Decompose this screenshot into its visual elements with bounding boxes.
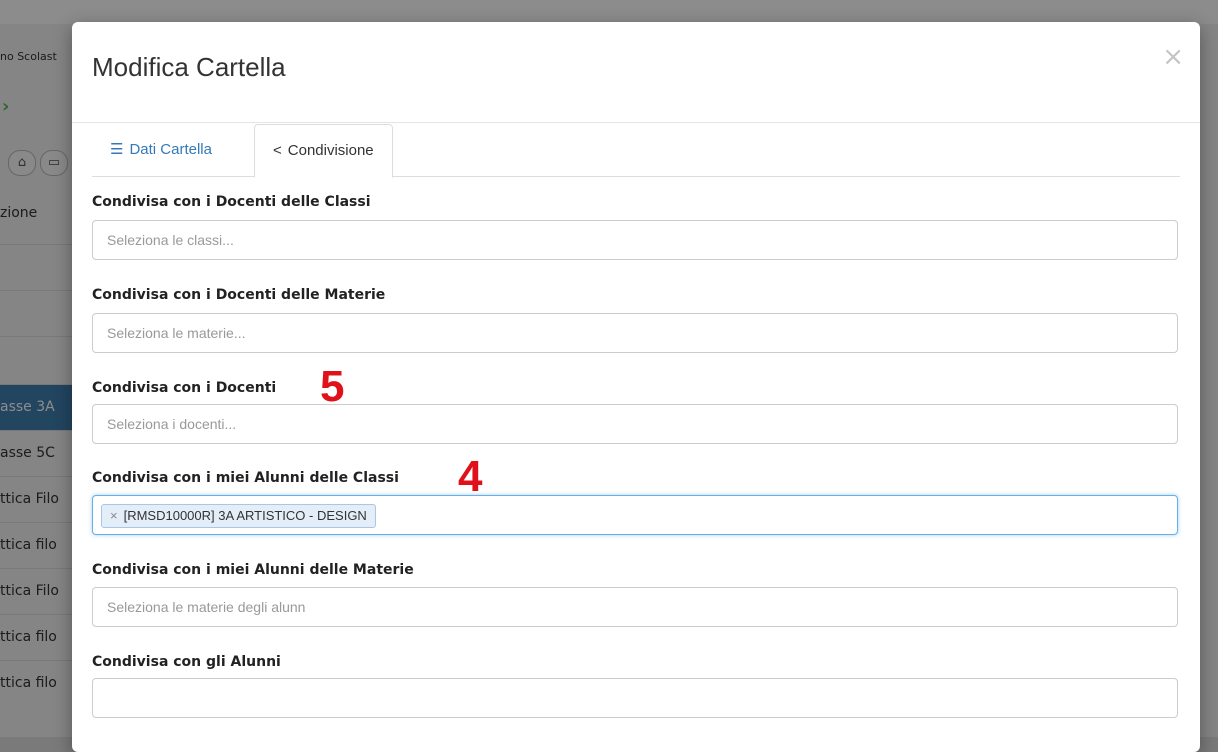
alunni-classi-select[interactable]: × [RMSD10000R] 3A ARTISTICO - DESIGN [92, 495, 1178, 535]
placeholder: Seleziona le classi... [107, 232, 234, 248]
classi-docenti-select[interactable]: Seleziona le classi... [92, 220, 1178, 260]
modal-title: Modifica Cartella [92, 52, 286, 82]
placeholder: Seleziona le materie degli alunn [107, 599, 306, 615]
edit-folder-modal: Modifica Cartella × ☰ Dati Cartella < Cond… [72, 22, 1200, 752]
tab-dati-cartella[interactable]: ☰ Dati Cartella [92, 124, 230, 176]
field-label: Condivisa con gli Alunni [92, 654, 281, 670]
alunni-select[interactable] [92, 678, 1178, 718]
field-label: Condivisa con i Docenti delle Materie [92, 287, 386, 303]
tab-label: Condivisione [287, 142, 374, 159]
field-label: Condivisa con i miei Alunni delle Materi… [92, 562, 414, 578]
align-left-icon: ☰ [110, 141, 124, 158]
alunni-materie-select[interactable]: Seleziona le materie degli alunn [92, 587, 1178, 627]
remove-tag-icon[interactable]: × [110, 508, 118, 523]
placeholder: Seleziona le materie... [107, 325, 246, 341]
docenti-select[interactable]: Seleziona i docenti... [92, 404, 1178, 444]
modal-header: Modifica Cartella × [72, 22, 1200, 123]
close-icon[interactable]: × [1162, 42, 1184, 72]
placeholder: Seleziona i docenti... [107, 416, 237, 432]
share-icon: < [273, 142, 282, 159]
tab-label: Dati Cartella [129, 141, 212, 158]
selected-class-tag: × [RMSD10000R] 3A ARTISTICO - DESIGN [101, 504, 376, 528]
field-label: Condivisa con i Docenti delle Classi [92, 194, 371, 210]
annotation-number: 4 [458, 452, 483, 501]
field-label: Condivisa con i miei Alunni delle Classi [92, 470, 399, 486]
tab-condivisione[interactable]: < Condivisione [254, 124, 393, 178]
annotation-number: 5 [320, 362, 345, 411]
field-label: Condivisa con i Docenti [92, 380, 277, 396]
materie-docenti-select[interactable]: Seleziona le materie... [92, 313, 1178, 353]
modal-tabs: ☰ Dati Cartella < Condivisione [92, 124, 1180, 178]
tag-label: [RMSD10000R] 3A ARTISTICO - DESIGN [123, 508, 367, 523]
